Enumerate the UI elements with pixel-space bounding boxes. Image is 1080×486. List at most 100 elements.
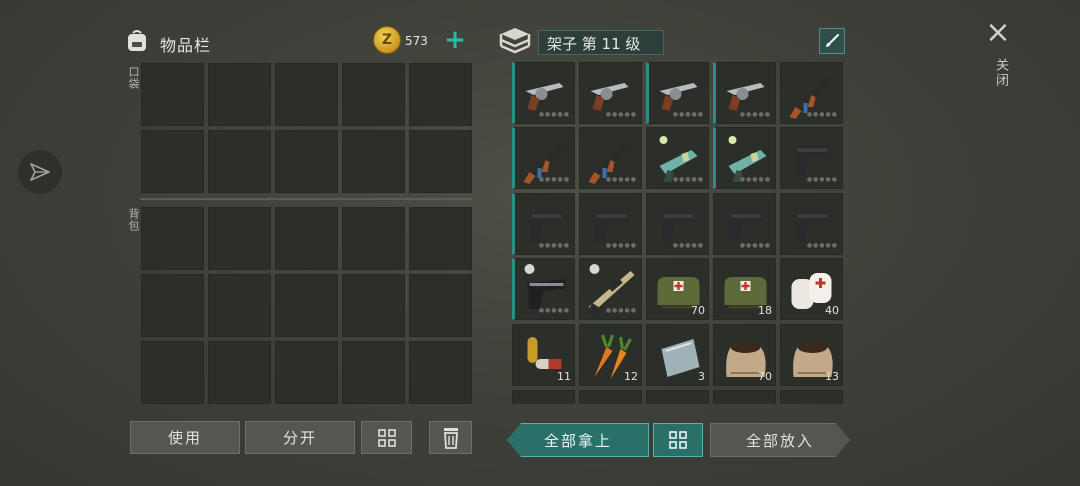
inventory-slot[interactable] xyxy=(409,274,472,337)
storage-slot-pistol[interactable]: ●●●●● xyxy=(713,193,776,255)
coin-count: 573 xyxy=(405,34,428,48)
storage-slot-pistol[interactable]: ●●●●● xyxy=(512,193,575,255)
storage-slot-plate[interactable]: 3 xyxy=(646,324,709,386)
storage-slot[interactable] xyxy=(646,390,709,404)
backpack-icon xyxy=(128,30,146,51)
item-quantity: 70 xyxy=(758,370,772,383)
storage-slot-rifle[interactable]: ●●●●● xyxy=(780,62,843,124)
storage-slot-sack[interactable]: 70 xyxy=(713,324,776,386)
inventory-slot[interactable] xyxy=(409,63,472,126)
storage-slot[interactable] xyxy=(512,390,575,404)
put-all-button[interactable]: 全部放入 xyxy=(710,423,850,457)
inventory-slot[interactable] xyxy=(141,130,204,193)
durability-dots: ●●●●● xyxy=(538,111,570,118)
durability-dots: ●●●●● xyxy=(672,242,704,249)
storage-slot-revolver[interactable]: ●●●●● xyxy=(646,62,709,124)
inventory-slot[interactable] xyxy=(141,274,204,337)
item-quantity: 70 xyxy=(691,304,705,317)
storage-slot-revolver[interactable]: ●●●●● xyxy=(512,62,575,124)
storage-sort-button[interactable] xyxy=(653,423,703,457)
durability-dots: ●●●●● xyxy=(739,176,771,183)
close-button[interactable]: × xyxy=(984,18,1012,48)
brush-icon xyxy=(826,33,840,47)
inventory-slot[interactable] xyxy=(342,130,405,193)
storage-slot-blaster[interactable]: ●●●●● xyxy=(646,127,709,189)
storage-slot-pistol[interactable]: ●●●●● xyxy=(646,193,709,255)
durability-dots: ●●●●● xyxy=(605,111,637,118)
inventory-slot[interactable] xyxy=(208,130,271,193)
storage-slot-rifle[interactable]: ●●●●● xyxy=(579,127,642,189)
item-quantity: 13 xyxy=(825,370,839,383)
inventory-slot[interactable] xyxy=(275,274,338,337)
inventory-slot[interactable] xyxy=(275,130,338,193)
inventory-slot[interactable] xyxy=(342,341,405,404)
inventory-slot[interactable] xyxy=(275,341,338,404)
storage-slot-medkit[interactable]: 70 xyxy=(646,258,709,320)
inventory-slot[interactable] xyxy=(409,341,472,404)
inventory-slot[interactable] xyxy=(342,207,405,270)
storage-slot-revolver[interactable]: ●●●●● xyxy=(713,62,776,124)
inventory-slot[interactable] xyxy=(208,274,271,337)
inventory-slot[interactable] xyxy=(208,63,271,126)
storage-slot[interactable] xyxy=(713,390,776,404)
storage-slot-blaster[interactable]: ●●●●● xyxy=(713,127,776,189)
durability-dots: ●●●●● xyxy=(739,111,771,118)
item-quantity: 40 xyxy=(825,304,839,317)
storage-slot-deagle[interactable]: ●●●●● xyxy=(512,258,575,320)
storage-slot-pistol[interactable]: ●●●●● xyxy=(780,193,843,255)
inventory-title: 物品栏 xyxy=(160,36,212,55)
send-button[interactable] xyxy=(18,150,62,194)
inventory-slot[interactable] xyxy=(275,63,338,126)
storage-title: 架子 第 11 级 xyxy=(538,30,664,55)
durability-dots: ●●●●● xyxy=(672,111,704,118)
storage-slot-pills[interactable]: 11 xyxy=(512,324,575,386)
paper-plane-icon xyxy=(30,163,50,181)
durability-dots: ●●●●● xyxy=(806,111,838,118)
durability-dots: ●●●●● xyxy=(672,176,704,183)
add-coins-button[interactable]: + xyxy=(442,27,468,54)
durability-dots: ●●●●● xyxy=(806,176,838,183)
durability-dots: ●●●●● xyxy=(739,242,771,249)
sort-brush-button[interactable] xyxy=(819,28,845,54)
storage-slot-carrot[interactable]: 12 xyxy=(579,324,642,386)
durability-dots: ●●●●● xyxy=(605,307,637,314)
storage-slot[interactable] xyxy=(579,390,642,404)
storage-slot-rifle[interactable]: ●●●●● xyxy=(512,127,575,189)
inventory-slot[interactable] xyxy=(275,207,338,270)
inventory-slot[interactable] xyxy=(141,63,204,126)
storage-slot-pistol[interactable]: ●●●●● xyxy=(579,193,642,255)
split-button[interactable]: 分开 xyxy=(245,421,355,454)
storage-slot-sack[interactable]: 13 xyxy=(780,324,843,386)
backpack-label: 背包 xyxy=(127,208,140,232)
item-quantity: 11 xyxy=(557,370,571,383)
grid-sort-icon xyxy=(377,428,396,447)
durability-dots: ●●●●● xyxy=(605,242,637,249)
storage-slot-pistol[interactable]: ●●●●● xyxy=(780,127,843,189)
storage-stack-icon xyxy=(499,28,531,54)
use-button[interactable]: 使用 xyxy=(130,421,240,454)
inventory-slot[interactable] xyxy=(208,341,271,404)
inventory-slot[interactable] xyxy=(141,341,204,404)
durability-dots: ●●●●● xyxy=(538,242,570,249)
take-all-button[interactable]: 全部拿上 xyxy=(507,423,649,457)
inventory-slot[interactable] xyxy=(208,207,271,270)
inventory-slot[interactable] xyxy=(409,130,472,193)
storage-grid: ●●●●● ●●●●● ●●●●● ●●●●● ●●●●● ●●●●● ●●●●● ●●●●●… xyxy=(512,62,848,404)
storage-slot-revolver[interactable]: ●●●●● xyxy=(579,62,642,124)
inventory-slot[interactable] xyxy=(141,207,204,270)
storage-slot-sniper[interactable]: ●●●●● xyxy=(579,258,642,320)
grid-sort-icon xyxy=(669,431,687,449)
storage-slot[interactable] xyxy=(780,390,843,404)
storage-slot-medkit[interactable]: 18 xyxy=(713,258,776,320)
inventory-slot[interactable] xyxy=(342,63,405,126)
inventory-slot[interactable] xyxy=(409,207,472,270)
storage-slot-bandage[interactable]: 40 xyxy=(780,258,843,320)
trash-button[interactable] xyxy=(429,421,472,454)
durability-dots: ●●●●● xyxy=(538,307,570,314)
close-label: 关闭 xyxy=(993,58,1008,88)
durability-dots: ●●●●● xyxy=(806,242,838,249)
pocket-label: 口袋 xyxy=(127,66,140,90)
inventory-slot[interactable] xyxy=(342,274,405,337)
inventory-sort-button[interactable] xyxy=(361,421,412,454)
item-quantity: 3 xyxy=(698,370,705,383)
